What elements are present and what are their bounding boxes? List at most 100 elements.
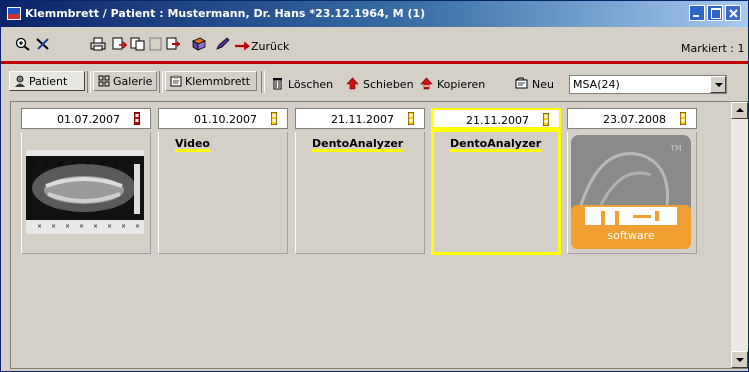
main-toolbar: Zurück Markiert : 1 [1,27,748,61]
tab-separator [261,71,265,93]
media-card[interactable]: 23.07.2008 TM software [567,108,697,254]
media-card[interactable]: 21.11.2007 DentoAnalyzer [295,108,425,254]
import-icon[interactable] [166,37,182,51]
copy-up-icon [420,77,433,90]
marked-count: Markiert : 1 [681,42,745,55]
svg-text:×: × [128,160,133,167]
title-bar[interactable]: Klemmbrett / Patient : Mustermann, Dr. H… [1,1,748,27]
export-icon[interactable] [112,37,128,51]
vertical-scrollbar[interactable] [730,102,748,368]
copy-doc-icon[interactable] [130,37,146,51]
card-date: 01.10.2007 [194,113,257,126]
frame-icon[interactable] [148,37,164,51]
media-card[interactable]: 21.11.2007 DentoAnalyzer [431,108,561,255]
zoom-in-icon[interactable] [15,37,31,51]
scroll-up-button[interactable] [731,102,748,119]
app-icon [7,7,21,20]
svg-text:×: × [51,223,56,230]
card-label: DentoAnalyzer [312,137,404,150]
tab-gallery[interactable]: Galerie [93,71,157,91]
tab-patient[interactable]: Patient [9,71,85,91]
minimize-icon [693,15,699,17]
card-date: 21.11.2007 [466,114,529,127]
logo-tm-mark: TM [670,144,682,153]
svg-text:×: × [44,160,49,167]
card-body: DentoAnalyzer [431,129,561,255]
tab-separator [159,71,163,93]
view-toolbar: Patient Galerie Klemmbrett Löschen Schie… [1,65,748,101]
new-label: Neu [532,78,554,91]
chevron-down-icon[interactable] [710,76,726,93]
tab-clipboard[interactable]: Klemmbrett [165,71,257,91]
tools-icon[interactable] [35,37,51,51]
card-date: 21.11.2007 [331,113,394,126]
accent-divider [1,61,748,64]
card-body: × × × × × × × × × × × × × × × × [21,132,151,254]
svg-text:×: × [93,223,98,230]
filter-value: MSA(24) [573,78,620,91]
svg-text:×: × [121,223,126,230]
status-flag-icon [408,112,414,125]
svg-text:×: × [65,223,70,230]
card-label: Video [175,137,210,150]
svg-text:×: × [72,160,77,167]
new-icon [515,77,528,89]
move-button[interactable]: Schieben [346,77,414,91]
svg-text:×: × [100,160,105,167]
arrow-right-icon [235,41,250,51]
card-date: 01.07.2007 [57,113,120,126]
card-body: TM software [567,132,697,254]
move-up-icon [346,77,359,90]
edit-icon[interactable] [215,37,231,51]
svg-text:×: × [107,223,112,230]
card-label: DentoAnalyzer [450,137,542,150]
tab-separator [87,71,91,93]
window-title: Klemmbrett / Patient : Mustermann, Dr. H… [25,7,426,20]
trash-icon [273,78,282,90]
patient-icon [15,75,25,87]
back-label: Zurück [251,40,290,53]
minimize-button[interactable] [689,5,705,21]
print-icon[interactable] [90,37,106,51]
card-body: Video [158,132,288,254]
tab-patient-label: Patient [29,75,68,88]
card-header: 01.10.2007 [158,108,288,129]
tab-gallery-label: Galerie [113,75,153,88]
card-header: 21.11.2007 [431,108,561,129]
scroll-down-button[interactable] [731,351,748,368]
close-button[interactable] [725,5,741,21]
svg-text:×: × [86,160,91,167]
maximize-icon [711,8,721,19]
logo-text: software [607,229,655,242]
gallery-icon [98,75,110,87]
new-button[interactable]: Neu [515,77,554,91]
media-card[interactable]: 01.07.2007 × × × × × × × × × × × × × × × × [21,108,151,254]
copy-label: Kopieren [437,78,486,91]
maximize-button[interactable] [707,5,723,21]
card-header: 23.07.2008 [567,108,697,129]
media-card[interactable]: 01.10.2007 Video [158,108,288,254]
tab-clipboard-label: Klemmbrett [185,75,251,88]
status-flag-icon [271,112,277,125]
status-flag-icon [134,112,140,125]
delete-label: Löschen [288,78,334,91]
copy-button[interactable]: Kopieren [420,77,485,91]
filter-dropdown[interactable]: MSA(24) [569,75,727,94]
card-body: DentoAnalyzer [295,132,425,254]
move-label: Schieben [363,78,414,91]
thumbnail-area: 01.07.2007 × × × × × × × × × × × × × × × × 01.10.2007 Vide… [10,101,748,369]
xray-thumbnail: × × × × × × × × × × × × × × × × [26,150,144,234]
close-icon [729,9,738,18]
svg-text:×: × [79,223,84,230]
svg-text:×: × [135,223,140,230]
svg-text:×: × [30,160,35,167]
svg-text:×: × [114,160,119,167]
card-date: 23.07.2008 [603,113,666,126]
app-window: Klemmbrett / Patient : Mustermann, Dr. H… [0,0,749,372]
card-header: 21.11.2007 [295,108,425,129]
delete-button[interactable]: Löschen [271,77,333,91]
svg-text:×: × [58,160,63,167]
card-header: 01.07.2007 [21,108,151,129]
status-flag-icon [680,112,686,125]
book-icon[interactable] [191,37,207,51]
